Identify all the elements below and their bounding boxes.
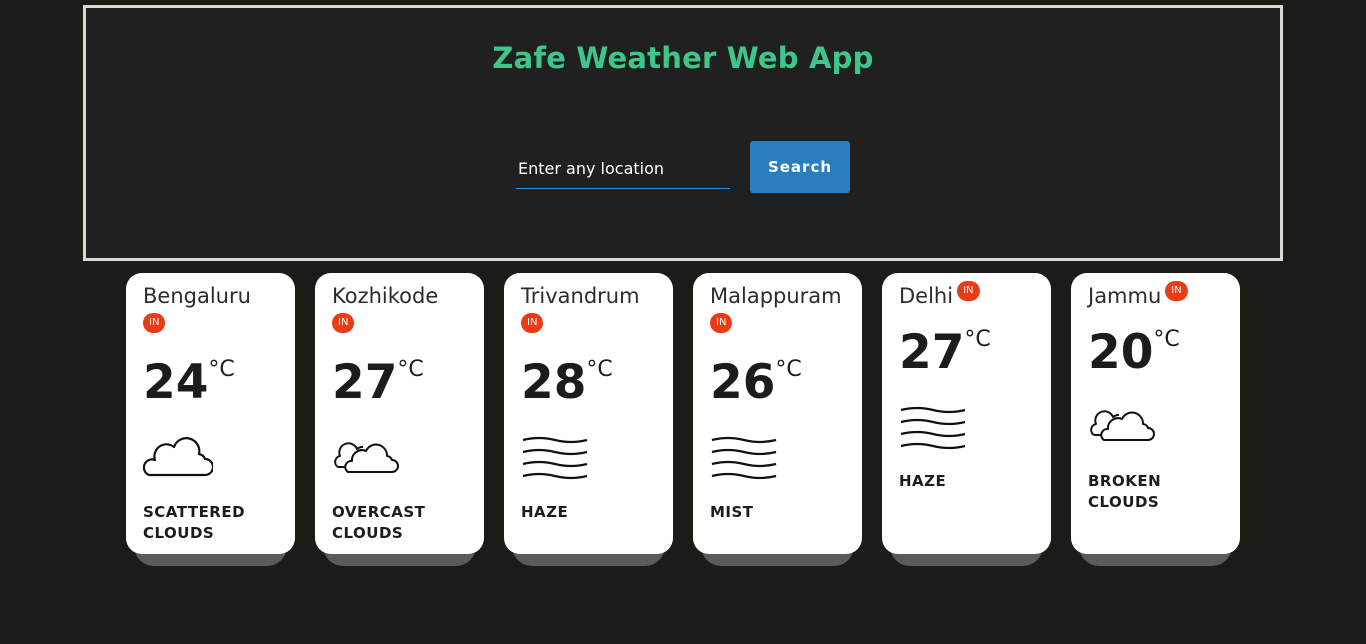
overcast-clouds-icon [334, 442, 399, 473]
weather-card-bengaluru[interactable]: Bengaluru IN 24°C SCATTERED CLOUDS [126, 273, 295, 566]
weather-card-jammu[interactable]: Jammu IN 20°C BROKEN CLOUDS [1071, 273, 1240, 566]
temperature-value: 26 [710, 355, 776, 410]
weather-condition: HAZE [899, 472, 947, 490]
temperature-unit: °C [1153, 327, 1180, 352]
temperature-value: 20 [1088, 325, 1154, 380]
cloud-icon [143, 437, 213, 477]
haze-icon [522, 436, 588, 480]
card-body: Delhi IN 27°C HAZE [882, 273, 1051, 554]
weather-card-delhi[interactable]: Delhi IN 27°C HAZE [882, 273, 1051, 566]
location-search-input[interactable] [516, 149, 730, 189]
search-button[interactable]: Search [750, 141, 850, 193]
temperature-value: 27 [332, 355, 398, 410]
weather-condition: SCATTERED CLOUDS [143, 503, 246, 542]
card-body: Bengaluru IN 24°C SCATTERED CLOUDS [126, 273, 295, 554]
haze-icon [900, 406, 966, 450]
temperature-value: 27 [899, 325, 965, 380]
temperature-unit: °C [397, 357, 424, 382]
weather-condition: OVERCAST CLOUDS [332, 503, 426, 542]
city-name-text: Delhi [899, 284, 954, 308]
card-body: Jammu IN 20°C BROKEN CLOUDS [1071, 273, 1240, 554]
city-name-text: Jammu [1088, 284, 1162, 308]
temperature: 28°C [521, 357, 613, 407]
city-name: Trivandrum [521, 284, 640, 308]
country-badge: IN [1165, 281, 1188, 301]
weather-card-kozhikode[interactable]: Kozhikode IN 27°C OVERCAST CLOUDS [315, 273, 484, 566]
header-panel: Zafe Weather Web App Search [83, 5, 1283, 261]
broken-clouds-icon [1090, 410, 1155, 441]
temperature: 27°C [899, 327, 991, 377]
card-body: Malappuram IN 26°C MIST [693, 273, 862, 554]
country-badge: IN [710, 313, 733, 333]
city-name: Bengaluru [143, 284, 251, 308]
temperature-value: 28 [521, 355, 587, 410]
weather-condition: HAZE [521, 503, 569, 521]
temperature-unit: °C [208, 357, 235, 382]
city-name: Jammu IN [1088, 281, 1188, 308]
city-name: Kozhikode [332, 284, 439, 308]
city-name: Malappuram [710, 284, 842, 308]
temperature: 20°C [1088, 327, 1180, 377]
city-name: Delhi IN [899, 281, 980, 308]
mist-icon [711, 436, 777, 480]
temperature: 24°C [143, 357, 235, 407]
country-badge: IN [957, 281, 980, 301]
temperature: 27°C [332, 357, 424, 407]
country-badge: IN [143, 313, 166, 333]
temperature: 26°C [710, 357, 802, 407]
card-body: Trivandrum IN 28°C HAZE [504, 273, 673, 554]
weather-condition: BROKEN CLOUDS [1088, 472, 1162, 511]
temperature-unit: °C [775, 357, 802, 382]
country-badge: IN [521, 313, 544, 333]
card-body: Kozhikode IN 27°C OVERCAST CLOUDS [315, 273, 484, 554]
country-badge: IN [332, 313, 355, 333]
weather-condition: MIST [710, 503, 754, 521]
temperature-unit: °C [586, 357, 613, 382]
temperature-unit: °C [964, 327, 991, 352]
app-title: Zafe Weather Web App [492, 41, 874, 75]
weather-card-trivandrum[interactable]: Trivandrum IN 28°C HAZE [504, 273, 673, 566]
temperature-value: 24 [143, 355, 209, 410]
weather-card-malappuram[interactable]: Malappuram IN 26°C MIST [693, 273, 862, 566]
